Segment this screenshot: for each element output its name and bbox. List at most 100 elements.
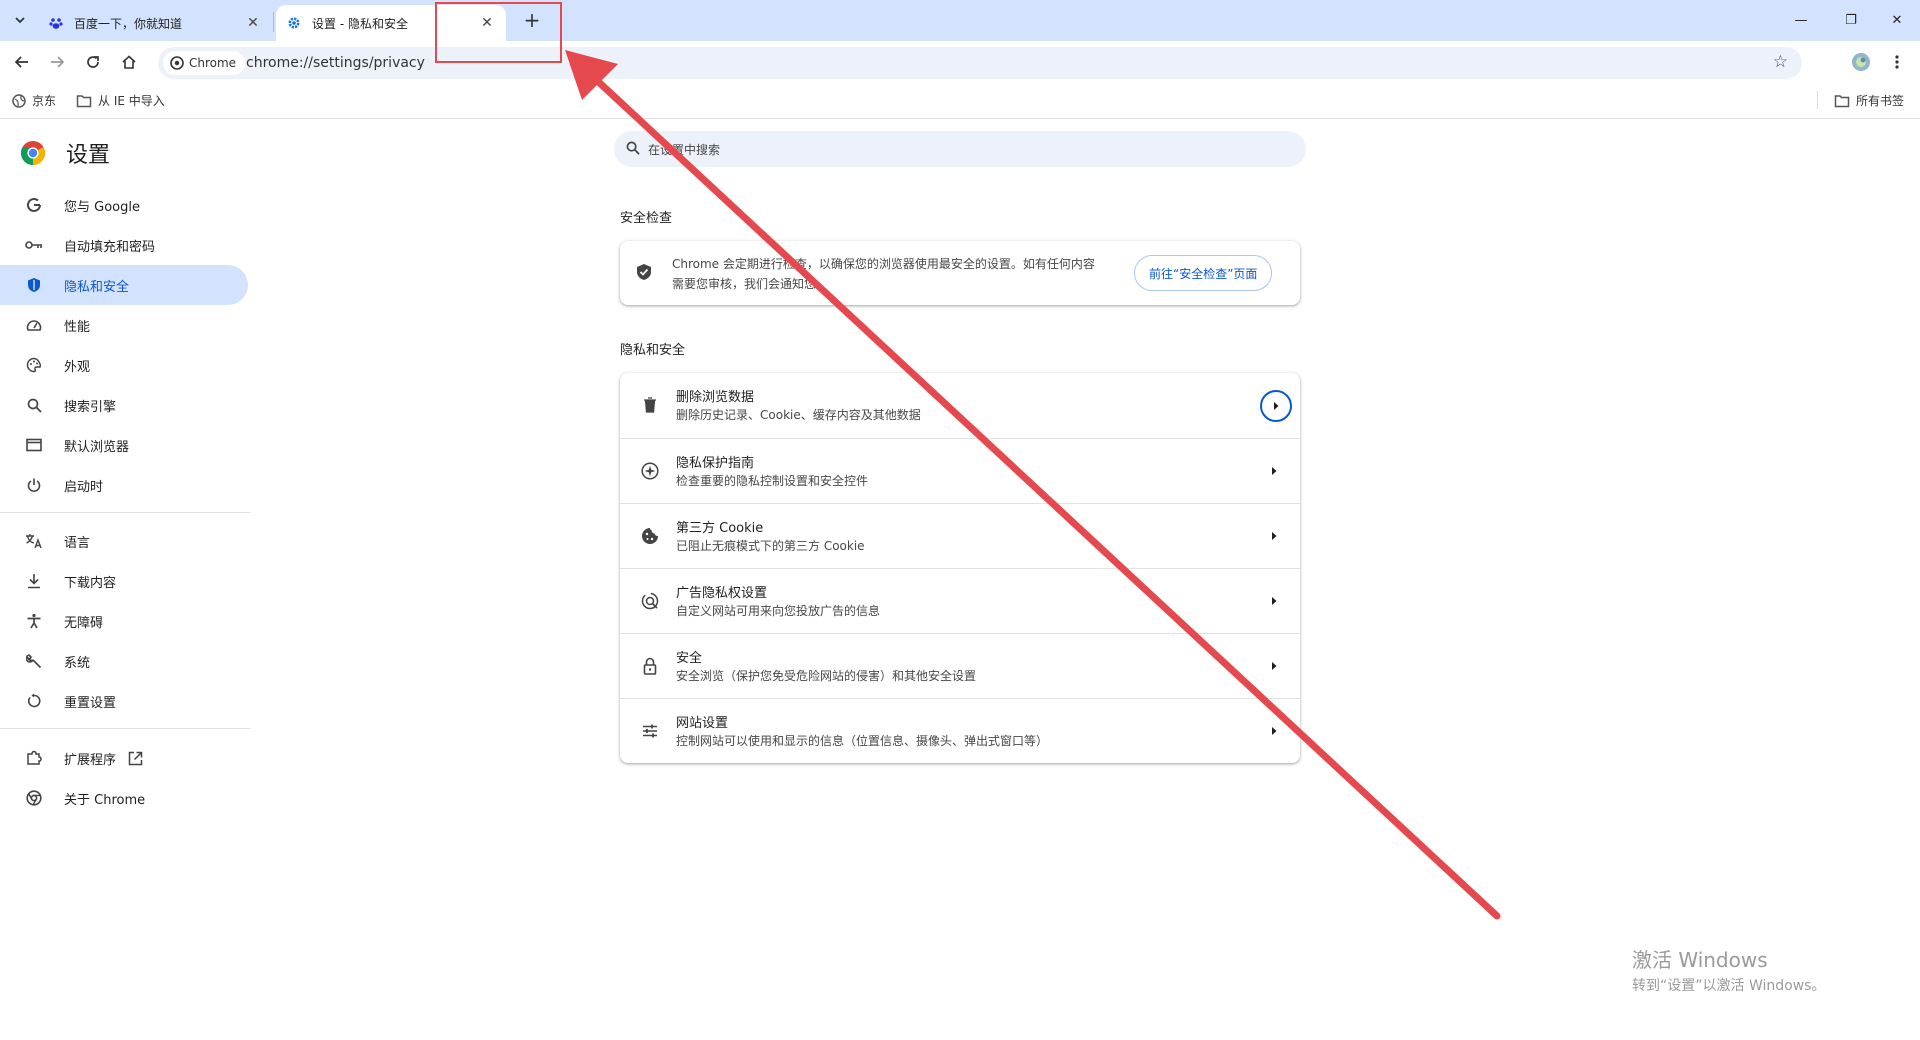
- tab-search-button[interactable]: [8, 8, 32, 32]
- sidebar-item-appearance[interactable]: 外观: [0, 345, 248, 385]
- home-icon: [122, 55, 136, 69]
- menu-button[interactable]: [1884, 49, 1910, 75]
- row-title: 广告隐私权设置: [676, 586, 768, 601]
- power-icon: [24, 475, 44, 495]
- search-icon: [24, 395, 44, 415]
- sidebar-item-performance[interactable]: 性能: [0, 305, 248, 345]
- bookmark-label: 所有书签: [1856, 94, 1905, 108]
- sidebar-item-label: 下载内容: [64, 575, 117, 591]
- sidebar-item-label: 关于 Chrome: [64, 792, 146, 808]
- browser-icon: [24, 435, 44, 455]
- more-vert-icon: [1895, 55, 1899, 69]
- sidebar-item-privacy[interactable]: 隐私和安全: [0, 265, 248, 305]
- reload-icon: [87, 56, 99, 68]
- row-subtitle: 已阻止无痕模式下的第三方 Cookie: [676, 539, 865, 553]
- privacy-card: 删除浏览数据 删除历史记录、Cookie、缓存内容及其他数据 隐私保护指南 检查…: [620, 373, 1300, 763]
- chip-label: Chrome: [189, 56, 237, 70]
- go-to-safety-check-button[interactable]: 前往“安全检查”页面: [1134, 255, 1273, 291]
- close-window-button[interactable]: ✕: [1874, 0, 1920, 41]
- download-icon: [24, 571, 44, 591]
- sidebar-item-about-chrome[interactable]: 关于 Chrome: [0, 778, 248, 818]
- minimize-button[interactable]: —: [1778, 0, 1824, 41]
- compass-icon: [640, 461, 660, 481]
- row-security[interactable]: 安全 安全浏览（保护您免受危险网站的侵害）和其他安全设置: [620, 633, 1300, 698]
- row-clear-browsing-data[interactable]: 删除浏览数据 删除历史记录、Cookie、缓存内容及其他数据: [620, 373, 1300, 438]
- sidebar-item-label: 无障碍: [64, 615, 104, 631]
- trash-icon: [640, 395, 660, 415]
- bookmark-jd[interactable]: 京东: [12, 92, 56, 109]
- row-site-settings[interactable]: 网站设置 控制网站可以使用和显示的信息（位置信息、摄像头、弹出式窗口等）: [620, 698, 1300, 763]
- sidebar-item-downloads[interactable]: 下载内容: [0, 561, 248, 601]
- sidebar-item-search-engine[interactable]: 搜索引擎: [0, 385, 248, 425]
- address-bar[interactable]: Chrome chrome://settings/privacy ☆: [158, 47, 1802, 79]
- sidebar-divider: [0, 728, 250, 729]
- row-title: 隐私保护指南: [676, 456, 755, 471]
- sidebar-item-label: 外观: [64, 359, 91, 375]
- translate-icon: [24, 531, 44, 551]
- settings-search-input[interactable]: 在设置中搜索: [614, 131, 1306, 167]
- sidebar-item-autofill[interactable]: 自动填充和密码: [0, 225, 248, 265]
- row-subtitle: 安全浏览（保护您免受危险网站的侵害）和其他安全设置: [676, 669, 977, 683]
- reload-button[interactable]: [80, 49, 106, 75]
- star-icon[interactable]: ☆: [1773, 52, 1788, 72]
- sidebar-item-label: 性能: [64, 319, 91, 335]
- folder-icon: [1834, 94, 1850, 107]
- site-chip[interactable]: Chrome: [163, 51, 246, 75]
- annotation-highlight-box: [435, 2, 562, 63]
- bookmark-ie-import[interactable]: 从 IE 中导入: [76, 92, 165, 109]
- url-text[interactable]: chrome://settings/privacy: [246, 55, 425, 71]
- key-icon: [24, 235, 44, 255]
- globe-icon: [12, 93, 26, 108]
- bookmark-label: 京东: [32, 94, 57, 108]
- sidebar-item-accessibility[interactable]: 无障碍: [0, 601, 248, 641]
- palette-icon: [24, 355, 44, 375]
- back-button[interactable]: [9, 49, 35, 75]
- row-third-party-cookies[interactable]: 第三方 Cookie 已阻止无痕模式下的第三方 Cookie: [620, 503, 1300, 568]
- search-placeholder: 在设置中搜索: [648, 142, 721, 157]
- safety-check-card: Chrome 会定期进行检查，以确保您的浏览器使用最安全的设置。如有任何内容需要…: [620, 241, 1300, 305]
- sidebar-item-system[interactable]: 系统: [0, 641, 248, 681]
- chrome-logo-icon: [20, 141, 46, 165]
- sidebar-divider: [0, 512, 250, 513]
- home-button[interactable]: [116, 49, 142, 75]
- row-privacy-guide[interactable]: 隐私保护指南 检查重要的隐私控制设置和安全控件: [620, 438, 1300, 503]
- sidebar-item-reset-settings[interactable]: 重置设置: [0, 681, 248, 721]
- row-title: 删除浏览数据: [676, 390, 755, 405]
- sidebar-item-default-browser[interactable]: 默认浏览器: [0, 425, 248, 465]
- sidebar-item-extensions[interactable]: 扩展程序: [0, 738, 248, 778]
- watermark-line-1: 激活 Windows: [1632, 948, 1768, 972]
- open-in-new-icon: [128, 751, 143, 766]
- tab-baidu[interactable]: 百度一下，你就知道 ✕: [38, 5, 272, 41]
- arrow-right-icon: [51, 56, 65, 68]
- row-title: 安全: [676, 651, 703, 666]
- chrome-icon: [170, 56, 184, 70]
- arrow-right-icon: [1268, 530, 1280, 542]
- reset-icon: [24, 691, 44, 711]
- sidebar-item-on-startup[interactable]: 启动时: [0, 465, 248, 505]
- settings-sidebar: 设置 您与 Google 自动填充和密码 隐私和安全 性能 外观 搜索引擎 默认…: [0, 120, 260, 1040]
- close-icon[interactable]: ✕: [244, 14, 262, 32]
- sidebar-item-label: 默认浏览器: [64, 439, 130, 455]
- puzzle-icon: [24, 748, 44, 768]
- baidu-paw-icon: [48, 15, 64, 31]
- sidebar-item-label: 您与 Google: [64, 199, 140, 215]
- arrow-left-icon: [14, 56, 28, 68]
- forward-button[interactable]: [44, 49, 70, 75]
- restore-button[interactable]: ❐: [1828, 0, 1874, 41]
- sidebar-item-label: 重置设置: [64, 695, 117, 711]
- sidebar-item-label: 自动填充和密码: [64, 239, 156, 255]
- row-subtitle: 自定义网站可用来向您投放广告的信息: [676, 604, 881, 618]
- safety-check-description: Chrome 会定期进行检查，以确保您的浏览器使用最安全的设置。如有任何内容需要…: [672, 257, 1095, 291]
- chevron-down-icon: [15, 17, 25, 24]
- gear-icon: [286, 15, 302, 31]
- bookmarks-bar: 京东 从 IE 中导入 所有书签: [0, 83, 1920, 119]
- bookmarks-divider: [1817, 91, 1818, 109]
- safety-check-heading: 安全检查: [620, 211, 673, 226]
- sidebar-item-languages[interactable]: 语言: [0, 521, 248, 561]
- sidebar-item-label: 系统: [64, 655, 91, 671]
- row-subtitle: 控制网站可以使用和显示的信息（位置信息、摄像头、弹出式窗口等）: [676, 734, 1049, 748]
- row-ad-privacy[interactable]: 广告隐私权设置 自定义网站可用来向您投放广告的信息: [620, 568, 1300, 633]
- sidebar-item-you-and-google[interactable]: 您与 Google: [0, 185, 248, 225]
- all-bookmarks[interactable]: 所有书签: [1834, 92, 1904, 109]
- profile-avatar[interactable]: [1848, 49, 1874, 75]
